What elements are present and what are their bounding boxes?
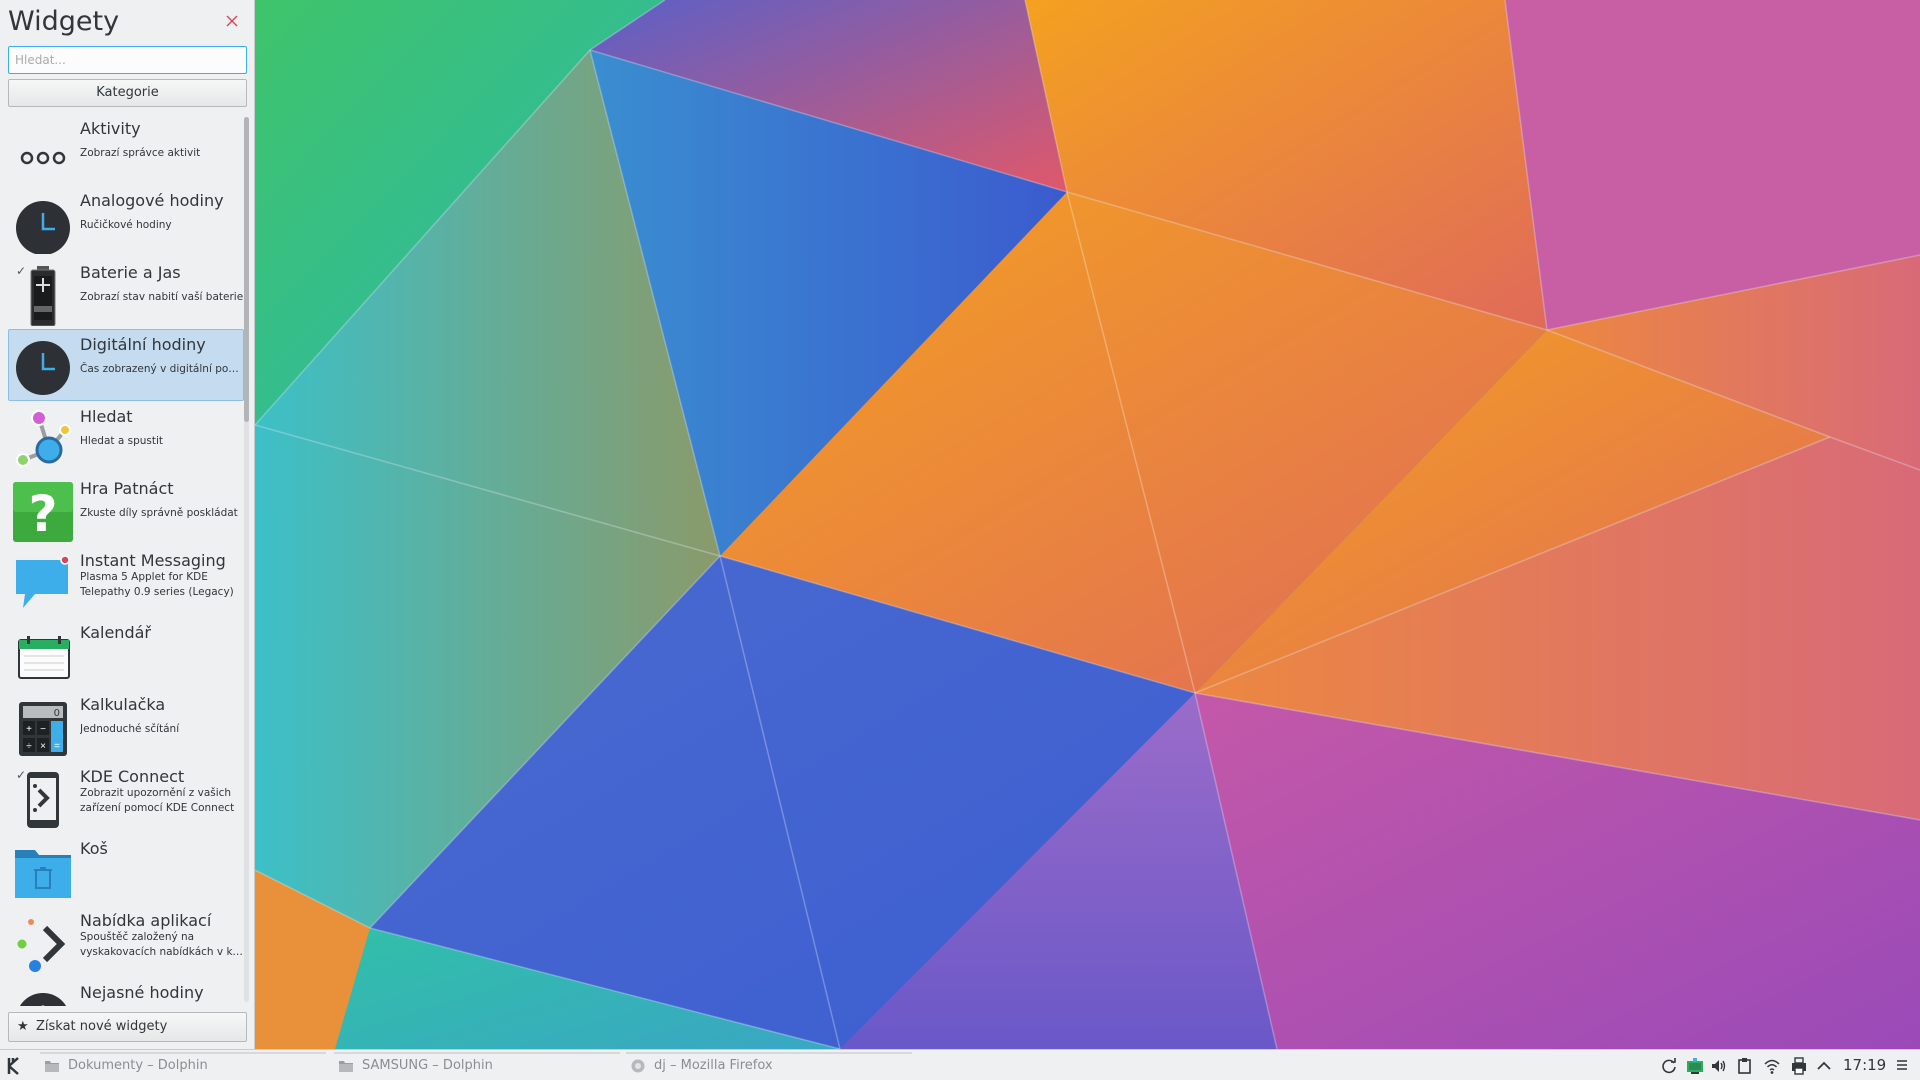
widget-item-kde-connect[interactable]: ✓ KDE Connect Zobrazit upozornění z vaši… [8, 761, 244, 833]
battery-icon [30, 266, 56, 326]
printer-icon[interactable] [1790, 1057, 1808, 1075]
task-label: Dokumenty – Dolphin [68, 1058, 208, 1073]
description-line: Zobrazit upozornění z vašich [80, 787, 232, 799]
clipboard-icon[interactable] [1736, 1057, 1754, 1075]
star-icon: ★ [17, 1019, 29, 1034]
widget-description: Zobrazí správce aktivit [80, 147, 201, 159]
widget-item-instant-messaging[interactable]: Instant Messaging Plasma 5 Applet for KD… [8, 545, 244, 617]
expand-arrow-icon[interactable] [1815, 1057, 1833, 1075]
clock[interactable]: 17:19 [1843, 1056, 1886, 1074]
widget-name: Kalkulačka [80, 695, 166, 714]
kde-launcher-icon[interactable] [4, 1055, 26, 1077]
widget-item-battery[interactable]: ✓ Baterie a Jas Zobrazí stav nabití vaší… [8, 257, 244, 329]
widget-description: Plasma 5 Applet for KDE Telepathy 0.9 se… [80, 570, 244, 600]
svg-text:=: = [54, 741, 60, 752]
taskbar-panel: Dokumenty – Dolphin SAMSUNG – Dolphin dj… [0, 1049, 1920, 1080]
widget-description: Čas zobrazený v digitální podobě [80, 363, 244, 375]
widget-name: Analogové hodiny [80, 191, 224, 210]
analog-clock-icon [16, 201, 70, 254]
svg-text:÷: ÷ [26, 741, 32, 752]
volume-icon[interactable] [1710, 1057, 1728, 1075]
search-input[interactable] [8, 46, 247, 74]
widget-name: Nejasné hodiny [80, 983, 204, 1002]
widget-list[interactable]: Aktivity Zobrazí správce aktivit Analogo… [8, 113, 244, 1006]
category-button[interactable]: Kategorie [8, 79, 247, 107]
widget-description: Ručičkové hodiny [80, 219, 172, 231]
search-molecule-icon [16, 410, 71, 467]
digital-clock-icon [16, 341, 70, 395]
widget-item-calculator[interactable]: 0 + − ÷ × = Kalkulačka Jednoduché sčítán… [8, 689, 244, 761]
dolphin-icon [45, 1061, 59, 1072]
question-mark-icon: ? [13, 482, 73, 542]
widget-item-analog-clock[interactable]: Analogové hodiny Ručičkové hodiny [8, 185, 244, 257]
task-indicator [40, 1052, 326, 1054]
task-indicator [626, 1052, 912, 1054]
fuzzy-clock-icon [19, 993, 67, 1006]
activities-icon [20, 151, 66, 165]
kde-connect-icon [27, 772, 59, 828]
widget-item-fuzzy-clock[interactable]: Nejasné hodiny [8, 977, 244, 1006]
trash-folder-icon [15, 850, 71, 898]
widget-description: Spouštěč založený na vyskakovacích nabíd… [80, 930, 244, 960]
close-icon[interactable] [224, 13, 240, 29]
panel-title: Widgety [8, 6, 120, 37]
widget-description: Zobrazit upozornění z vašich zařízení po… [80, 786, 244, 816]
task-dolphin-documents[interactable]: Dokumenty – Dolphin [40, 1050, 326, 1080]
widget-name: Instant Messaging [80, 551, 226, 570]
wifi-icon[interactable] [1763, 1057, 1781, 1075]
network-manager-icon[interactable] [1686, 1057, 1704, 1075]
widget-name: KDE Connect [80, 767, 185, 786]
get-new-widgets-button[interactable]: ★ Získat nové widgety [8, 1012, 247, 1042]
firefox-icon [631, 1059, 645, 1073]
description-line: vyskakovacích nabídkách v kas... [80, 946, 244, 958]
widget-name: Baterie a Jas [80, 263, 181, 282]
task-label: dj – Mozilla Firefox [654, 1058, 773, 1073]
desktop-wallpaper[interactable] [255, 0, 1920, 1049]
scrollbar-thumb[interactable] [244, 117, 249, 422]
description-line: zařízení pomocí KDE Connect [80, 802, 235, 814]
widget-explorer-panel: Widgety Kategorie Aktivity Zobrazí správ… [0, 0, 255, 1049]
widget-description: Jednoduché sčítání [80, 723, 180, 735]
widget-name: Digitální hodiny [80, 335, 206, 354]
description-line: Plasma 5 Applet for KDE [80, 571, 208, 583]
widget-list-scrollbar[interactable] [244, 117, 249, 1002]
widget-name: Koš [80, 839, 108, 858]
svg-text:?: ? [28, 485, 57, 542]
widget-item-app-menu[interactable]: Nabídka aplikací Spouštěč založený na vy… [8, 905, 244, 977]
calculator-icon: 0 + − ÷ × = [19, 702, 67, 756]
widget-item-search[interactable]: Hledat Hledat a spustit [8, 401, 244, 473]
widget-name: Aktivity [80, 119, 141, 138]
app-menu-icon [17, 919, 66, 972]
get-new-widgets-label: Získat nové widgety [36, 1019, 168, 1034]
task-firefox[interactable]: dj – Mozilla Firefox [626, 1050, 912, 1080]
task-dolphin-samsung[interactable]: SAMSUNG – Dolphin [334, 1050, 620, 1080]
description-line: Spouštěč založený na [80, 931, 195, 943]
panel-menu-icon[interactable] [1895, 1058, 1909, 1072]
sync-icon[interactable] [1660, 1057, 1678, 1075]
widget-name: Kalendář [80, 623, 151, 642]
widget-name: Hledat [80, 407, 133, 426]
svg-text:+: + [26, 724, 32, 735]
widget-name: Hra Patnáct [80, 479, 174, 498]
widget-item-trash[interactable]: Koš [8, 833, 244, 905]
task-label: SAMSUNG – Dolphin [362, 1058, 493, 1073]
description-line: Telepathy 0.9 series (Legacy) [80, 586, 234, 598]
widget-name: Nabídka aplikací [80, 911, 212, 930]
widget-item-calendar[interactable]: Kalendář [8, 617, 244, 689]
calendar-icon [18, 636, 70, 679]
task-indicator [334, 1052, 620, 1054]
widget-description: Hledat a spustit [80, 435, 164, 447]
svg-text:0: 0 [54, 708, 60, 719]
widget-item-aktivity[interactable]: Aktivity Zobrazí správce aktivit [8, 113, 244, 185]
widget-item-fifteen-puzzle[interactable]: ? Hra Patnáct Zkuste díly správně posklá… [8, 473, 244, 545]
svg-text:−: − [40, 724, 46, 735]
widget-description: Zkuste díly správně poskládat [80, 507, 238, 519]
dolphin-icon [339, 1061, 353, 1072]
widget-description: Zobrazí stav nabití vaší baterie [80, 291, 244, 303]
widget-item-digital-clock[interactable]: Digitální hodiny Čas zobrazený v digitál… [8, 329, 244, 401]
svg-text:×: × [40, 741, 46, 752]
chat-bubble-icon [16, 555, 70, 608]
